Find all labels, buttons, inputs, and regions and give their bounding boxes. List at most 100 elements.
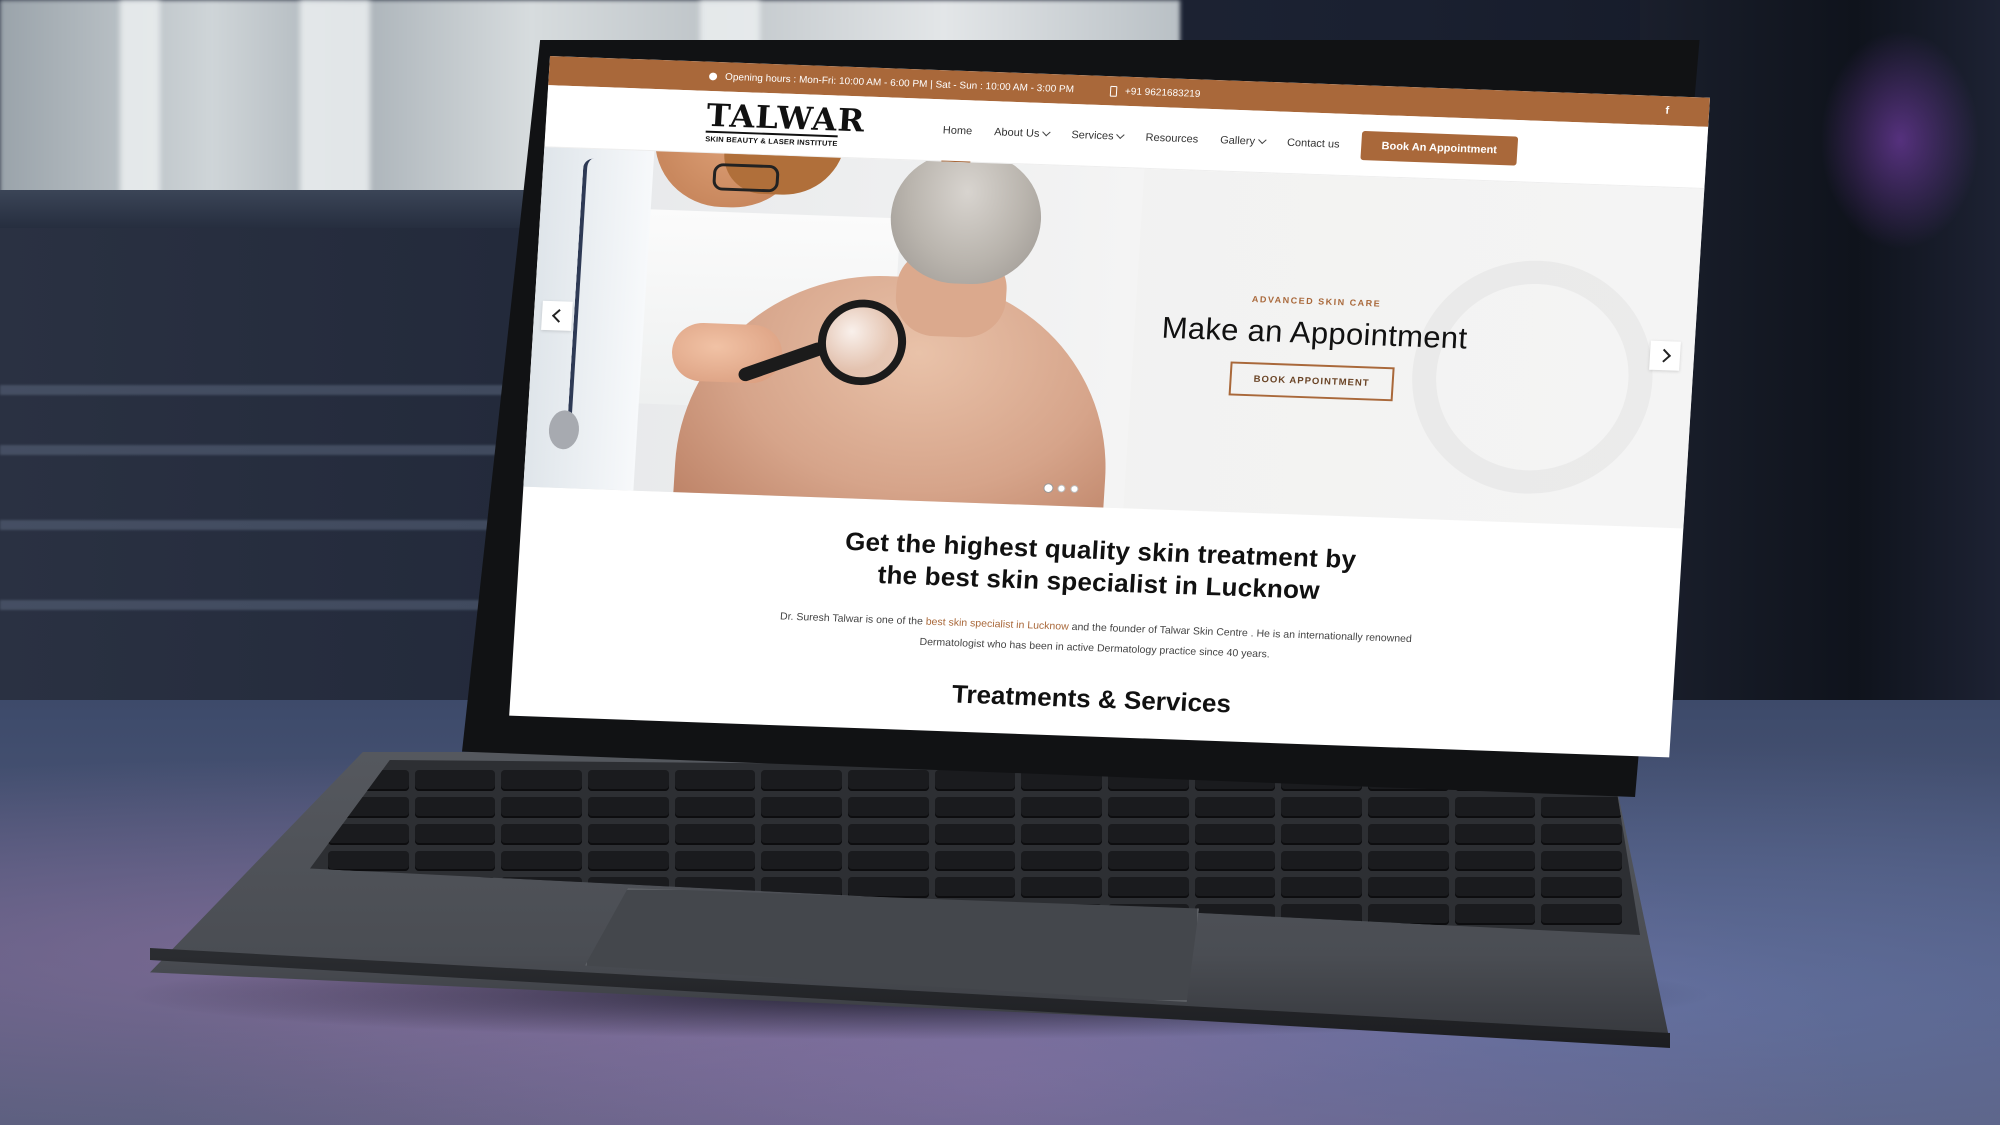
keyboard-key bbox=[1454, 877, 1536, 899]
keyboard-key bbox=[1367, 796, 1449, 818]
keyboard-key bbox=[1107, 796, 1189, 818]
keyboard-key bbox=[1541, 904, 1622, 925]
keyboard-key bbox=[501, 823, 582, 845]
keyboard-key bbox=[934, 850, 1016, 872]
intro-section: Get the highest quality skin treatment b… bbox=[511, 487, 1684, 735]
bench-plank bbox=[0, 600, 560, 610]
keyboard-key bbox=[1281, 850, 1362, 872]
keyboard-key bbox=[587, 823, 669, 845]
intro-text-end: Dermatologist who has been in active Der… bbox=[919, 636, 1271, 661]
facebook-icon[interactable]: f bbox=[1665, 105, 1669, 117]
phone-icon bbox=[1109, 85, 1118, 97]
keyboard-key bbox=[1367, 877, 1449, 899]
hero-book-appointment-button[interactable]: BOOK APPOINTMENT bbox=[1228, 361, 1395, 402]
slider-prev-button[interactable] bbox=[541, 300, 573, 331]
keyboard-key bbox=[1281, 877, 1362, 899]
slider-dot[interactable] bbox=[1070, 484, 1079, 494]
window-frame-bar bbox=[300, 0, 370, 215]
hero-photo-patient-head bbox=[886, 150, 1045, 287]
keyboard-key bbox=[1194, 877, 1276, 899]
keyboard-key bbox=[414, 770, 496, 791]
slider-dot[interactable] bbox=[1057, 484, 1066, 493]
nav-services-label: Services bbox=[1071, 128, 1114, 142]
keyboard-key bbox=[1194, 796, 1276, 818]
keyboard-key bbox=[587, 770, 669, 791]
hero-eyebrow: ADVANCED SKIN CARE bbox=[1251, 294, 1382, 309]
keyboard-key bbox=[847, 796, 929, 818]
opening-hours-text: Opening hours : Mon-Fri: 10:00 AM - 6:00… bbox=[724, 71, 1075, 95]
book-appointment-button[interactable]: Book An Appointment bbox=[1360, 130, 1518, 166]
nav-resources-label: Resources bbox=[1145, 131, 1199, 145]
window-frame-bar bbox=[120, 0, 160, 215]
background-glow bbox=[1820, 30, 1980, 250]
keyboard-key bbox=[1454, 823, 1536, 845]
keyboard-key bbox=[501, 850, 582, 872]
keyboard-key bbox=[1367, 850, 1449, 872]
nav-resources[interactable]: Resources bbox=[1145, 126, 1199, 151]
slider-next-button[interactable] bbox=[1649, 340, 1681, 371]
chevron-down-icon bbox=[1042, 128, 1051, 137]
intro-text-middle: and the founder of Talwar Skin Centre . … bbox=[1068, 621, 1413, 646]
talwar-logo[interactable]: TALWAR SKIN BEAUTY & LASER INSTITUTE bbox=[704, 97, 866, 149]
keyboard-key bbox=[1541, 850, 1622, 872]
keyboard-key bbox=[1541, 877, 1622, 899]
keyboard-key bbox=[1541, 796, 1622, 818]
keyboard-key bbox=[674, 770, 756, 791]
hero-photo-glasses bbox=[712, 163, 780, 193]
clock-icon bbox=[708, 72, 718, 81]
keyboard-key bbox=[847, 850, 929, 872]
keyboard-key bbox=[761, 796, 842, 818]
keyboard-key bbox=[1021, 796, 1102, 818]
skin-specialist-link[interactable]: best skin specialist in Lucknow bbox=[925, 616, 1069, 633]
keyboard-key bbox=[934, 770, 1016, 791]
keyboard-key bbox=[847, 823, 929, 845]
keyboard-key bbox=[1367, 823, 1449, 845]
keyboard-key bbox=[761, 770, 842, 791]
keyboard-key bbox=[1454, 850, 1536, 872]
keyboard-key bbox=[1107, 823, 1189, 845]
nav-services[interactable]: Services bbox=[1071, 123, 1125, 148]
nav-contact-us-label: Contact us bbox=[1286, 136, 1340, 151]
bench-plank bbox=[0, 520, 560, 530]
keyboard-key bbox=[934, 877, 1016, 899]
nav-gallery[interactable]: Gallery bbox=[1219, 128, 1267, 153]
chevron-down-icon bbox=[1116, 130, 1125, 139]
keyboard-key bbox=[414, 850, 496, 872]
nav-gallery-label: Gallery bbox=[1219, 134, 1256, 147]
bench-plank bbox=[0, 445, 560, 455]
keyboard-key bbox=[674, 823, 756, 845]
keyboard-key bbox=[587, 850, 669, 872]
keyboard-key bbox=[501, 796, 582, 818]
keyboard-key bbox=[1281, 796, 1362, 818]
keyboard-key bbox=[1367, 904, 1449, 925]
keyboard-key bbox=[1021, 877, 1102, 899]
bench-plank bbox=[0, 385, 560, 395]
intro-headline: Get the highest quality skin treatment b… bbox=[518, 514, 1682, 620]
phone-number[interactable]: +91 9621683219 bbox=[1109, 85, 1201, 100]
keyboard-key bbox=[1021, 823, 1102, 845]
chevron-down-icon bbox=[1257, 135, 1267, 145]
keyboard-key bbox=[761, 850, 842, 872]
keyboard-key bbox=[1454, 904, 1536, 925]
nav-contact-us[interactable]: Contact us bbox=[1286, 131, 1340, 156]
hero-title: Make an Appointment bbox=[1160, 310, 1469, 356]
phone-number-text: +91 9621683219 bbox=[1124, 85, 1201, 100]
chevron-right-icon bbox=[1656, 348, 1671, 363]
nav-home[interactable]: Home bbox=[942, 118, 973, 142]
keyboard-key bbox=[414, 823, 496, 845]
intro-paragraph: Dr. Suresh Talwar is one of the best ski… bbox=[714, 604, 1477, 672]
keyboard-key bbox=[328, 850, 409, 872]
nav-about-us[interactable]: About Us bbox=[993, 120, 1051, 145]
nav-home-label: Home bbox=[942, 124, 973, 137]
keyboard-key bbox=[1021, 850, 1102, 872]
keyboard-key bbox=[934, 796, 1016, 818]
keyboard-key bbox=[847, 770, 929, 791]
slider-dot[interactable] bbox=[1044, 484, 1053, 493]
keyboard-key bbox=[934, 823, 1016, 845]
chevron-left-icon bbox=[551, 309, 566, 323]
opening-hours: Opening hours : Mon-Fri: 10:00 AM - 6:00… bbox=[708, 71, 1075, 95]
main-nav: Home About Us Services Resources Gallery… bbox=[942, 118, 1340, 156]
keyboard-key bbox=[1281, 823, 1362, 845]
keyboard-key bbox=[674, 850, 756, 872]
intro-text-start: Dr. Suresh Talwar is one of the bbox=[779, 610, 927, 628]
